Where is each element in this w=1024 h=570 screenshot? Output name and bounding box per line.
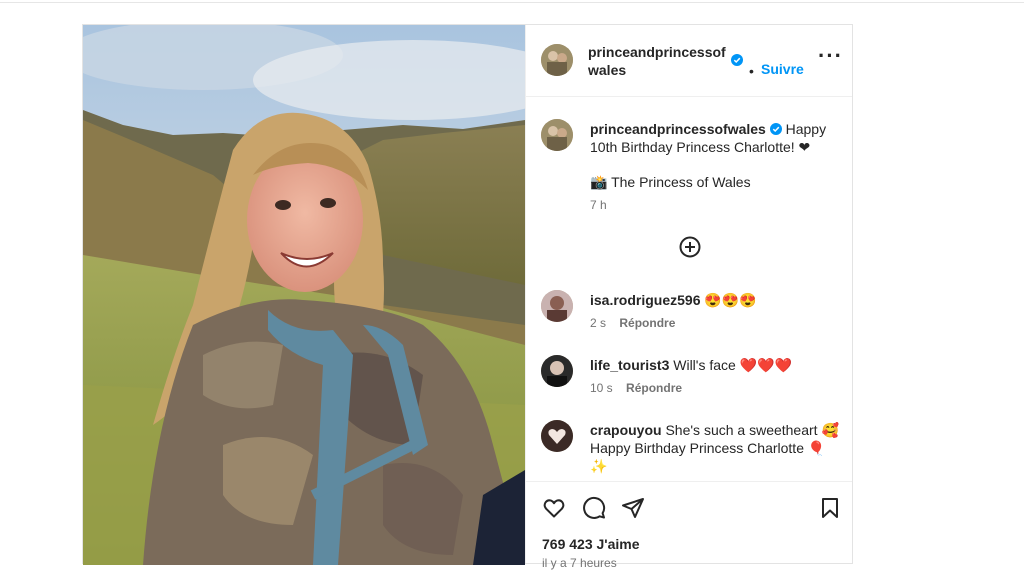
post-date: il y a 7 heures	[542, 556, 617, 570]
photo-image	[83, 25, 525, 565]
comment-meta: 10 s Répondre	[590, 381, 682, 395]
instagram-post-modal: princeandprincessof wales • Suivre ··· p…	[82, 24, 853, 570]
more-options-icon[interactable]: ···	[818, 45, 843, 67]
caption-author-avatar[interactable]	[541, 119, 573, 151]
comment-text: 😍😍😍	[700, 292, 757, 308]
avatar-image	[541, 420, 573, 452]
post-side-panel: princeandprincessof wales • Suivre ··· p…	[525, 25, 852, 570]
commenter-avatar[interactable]	[541, 420, 573, 452]
avatar-image	[541, 119, 573, 151]
post-header: princeandprincessof wales • Suivre ···	[526, 25, 852, 97]
comment-username[interactable]: crapouyou	[590, 422, 662, 438]
comment-bubble-icon[interactable]	[582, 496, 606, 520]
avatar-image	[541, 290, 573, 322]
verified-badge-icon	[731, 54, 743, 66]
verified-badge-icon	[769, 123, 782, 135]
commenter-avatar[interactable]	[541, 355, 573, 387]
avatar-image	[541, 355, 573, 387]
caption-username[interactable]: princeandprincessofwales	[590, 121, 766, 137]
likes-count[interactable]: 769 423 J'aime	[542, 536, 640, 552]
post-caption: princeandprincessofwales Happy 10th Birt…	[590, 120, 840, 156]
author-username-line-2: wales	[588, 62, 627, 78]
commenter-avatar[interactable]	[541, 290, 573, 322]
post-actions-bar: 769 423 J'aime il y a 7 heures	[526, 481, 852, 570]
comment-username[interactable]: life_tourist3	[590, 357, 669, 373]
separator-dot: •	[749, 63, 754, 79]
caption-timestamp[interactable]: 7 h	[590, 198, 607, 212]
plus-circle-icon[interactable]	[679, 236, 701, 258]
author-username[interactable]: princeandprincessof wales	[588, 43, 733, 79]
comment-timestamp[interactable]: 10 s	[590, 381, 613, 395]
caption-credit: 📸 The Princess of Wales	[590, 174, 751, 190]
post-photo[interactable]	[83, 25, 525, 565]
comment-meta: 2 s Répondre	[590, 316, 675, 330]
reply-button[interactable]: Répondre	[626, 381, 682, 395]
author-avatar[interactable]	[541, 44, 573, 76]
avatar-image	[541, 44, 573, 76]
follow-button[interactable]: Suivre	[761, 61, 804, 77]
comment-body: isa.rodriguez596 😍😍😍	[590, 291, 840, 309]
comment-timestamp[interactable]: 2 s	[590, 316, 606, 330]
bookmark-icon[interactable]	[818, 496, 842, 520]
comment-username[interactable]: isa.rodriguez596	[590, 292, 701, 308]
heart-icon[interactable]	[542, 496, 566, 520]
comment-body: life_tourist3 Will's face ❤️❤️❤️	[590, 356, 840, 374]
reply-button[interactable]: Répondre	[619, 316, 675, 330]
author-username-line-1: princeandprincessof	[588, 44, 726, 60]
paper-plane-icon[interactable]	[621, 496, 645, 520]
comment-body: crapouyou She's such a sweetheart 🥰 Happ…	[590, 421, 840, 475]
browser-divider	[0, 2, 1024, 3]
comment-text: Will's face ❤️❤️❤️	[669, 357, 793, 373]
